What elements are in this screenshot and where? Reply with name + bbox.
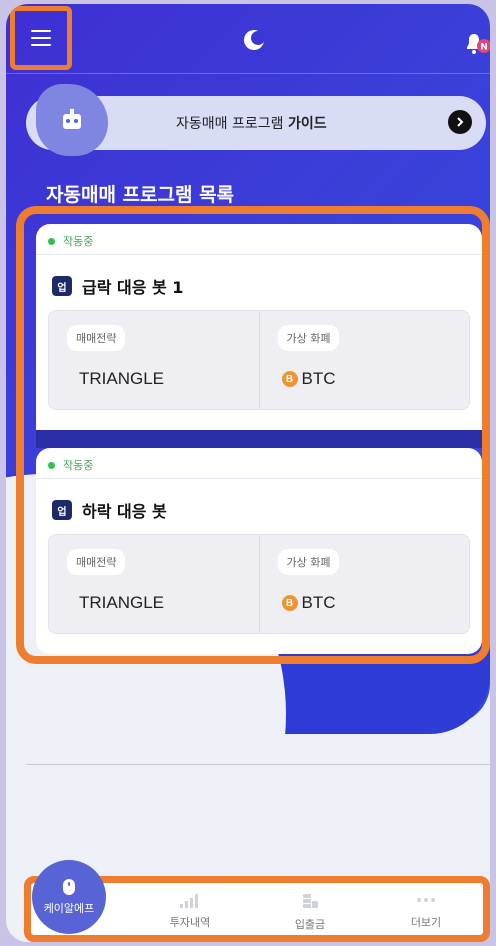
nav-item-label: 투자내역 — [169, 916, 211, 929]
nav-item-label: 더보기 — [410, 916, 442, 929]
more-dots-icon — [417, 898, 435, 902]
notification-badge: N — [480, 43, 488, 53]
nav-home-button[interactable]: 케이알에프 — [32, 860, 106, 934]
section-title: 자동매매 프로그램 목록 — [46, 184, 235, 206]
crescent-logo-icon[interactable] — [242, 28, 266, 52]
divider — [26, 764, 490, 765]
guide-text: 자동매매 프로그램 가이드 — [176, 116, 327, 132]
hamburger-icon — [31, 30, 51, 46]
bar-chart-icon — [180, 894, 198, 908]
nav-home-label: 케이알에프 — [43, 902, 95, 915]
mouse-icon — [63, 879, 75, 895]
bot-list-highlight — [16, 206, 490, 664]
chevron-right-icon[interactable] — [448, 110, 472, 134]
app-header: N — [6, 4, 490, 74]
bell-icon[interactable]: N — [464, 30, 490, 56]
coins-icon — [303, 894, 318, 908]
nav-investment-history[interactable]: 투자내역 — [160, 892, 220, 930]
nav-more[interactable]: 더보기 — [396, 892, 456, 930]
guide-banner[interactable]: 자동매매 프로그램 가이드 — [26, 84, 486, 156]
nav-deposit-withdraw[interactable]: 입출금 — [280, 892, 340, 932]
nav-item-label: 입출금 — [294, 918, 326, 931]
menu-button[interactable] — [10, 6, 72, 70]
